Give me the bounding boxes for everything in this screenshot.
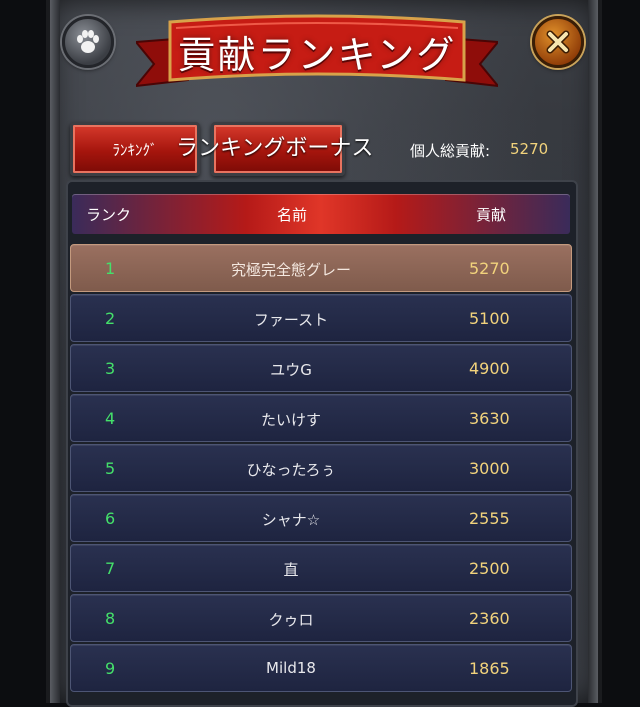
close-button[interactable] — [532, 16, 584, 68]
row-rank: 4 — [105, 409, 116, 428]
row-rank: 5 — [105, 459, 116, 478]
row-score: 1865 — [469, 659, 510, 678]
row-rank: 8 — [105, 609, 116, 628]
ranking-table: ランク 名前 貢献 1 究極完全態グレー 5270 2 ファースト 5100 3… — [66, 180, 578, 707]
row-score: 3630 — [469, 409, 510, 428]
row-rank: 2 — [105, 309, 116, 328]
table-row[interactable]: 4 たいけす 3630 — [70, 394, 572, 442]
title-banner: 貢献ランキング — [136, 10, 498, 96]
row-rank: 9 — [105, 659, 116, 678]
table-row[interactable]: 1 究極完全態グレー 5270 — [70, 244, 572, 292]
table-row[interactable]: 5 ひなったろぅ 3000 — [70, 444, 572, 492]
tab-ranking-label: ﾗﾝｷﾝｸﾞ — [112, 140, 158, 159]
row-name: クゥロ — [268, 611, 314, 629]
paw-icon — [77, 30, 99, 53]
row-name: たいけす — [260, 411, 321, 429]
tab-ranking-bonus-label: ランキングボーナス — [176, 136, 374, 161]
row-score: 2360 — [469, 609, 510, 628]
paw-button[interactable] — [62, 16, 114, 68]
row-name: シャナ☆ — [261, 511, 321, 529]
row-score: 2555 — [469, 509, 510, 528]
table-row[interactable]: 6 シャナ☆ 2555 — [70, 494, 572, 542]
row-score: 3000 — [469, 459, 510, 478]
table-header: ランク 名前 貢献 — [72, 194, 570, 234]
table-row[interactable]: 9 Mild18 1865 — [70, 644, 572, 692]
table-row[interactable]: 3 ユウG 4900 — [70, 344, 572, 392]
row-rank: 6 — [105, 509, 116, 528]
row-score: 4900 — [469, 359, 510, 378]
row-name: 究極完全態グレー — [230, 261, 351, 279]
contribution-value: 5270 — [510, 140, 549, 158]
row-name: ひなったろぅ — [246, 461, 336, 479]
row-rank: 3 — [105, 359, 116, 378]
contribution-label: 個人総貢献: — [410, 142, 491, 160]
row-rank: 7 — [105, 559, 116, 578]
row-score: 5270 — [469, 259, 510, 278]
row-score: 5100 — [469, 309, 510, 328]
row-name: Mild18 — [266, 659, 316, 677]
row-rank: 1 — [105, 259, 116, 278]
row-name: ファースト — [253, 311, 329, 329]
header-name: 名前 — [276, 206, 307, 224]
page-title: 貢献ランキング — [177, 33, 457, 77]
row-name: 直 — [283, 561, 299, 579]
row-score: 2500 — [469, 559, 510, 578]
table-row[interactable]: 7 直 2500 — [70, 544, 572, 592]
table-row[interactable]: 8 クゥロ 2360 — [70, 594, 572, 642]
header-score: 貢献 — [476, 206, 507, 224]
close-icon — [546, 30, 570, 54]
table-row[interactable]: 2 ファースト 5100 — [70, 294, 572, 342]
row-name: ユウG — [270, 361, 312, 379]
